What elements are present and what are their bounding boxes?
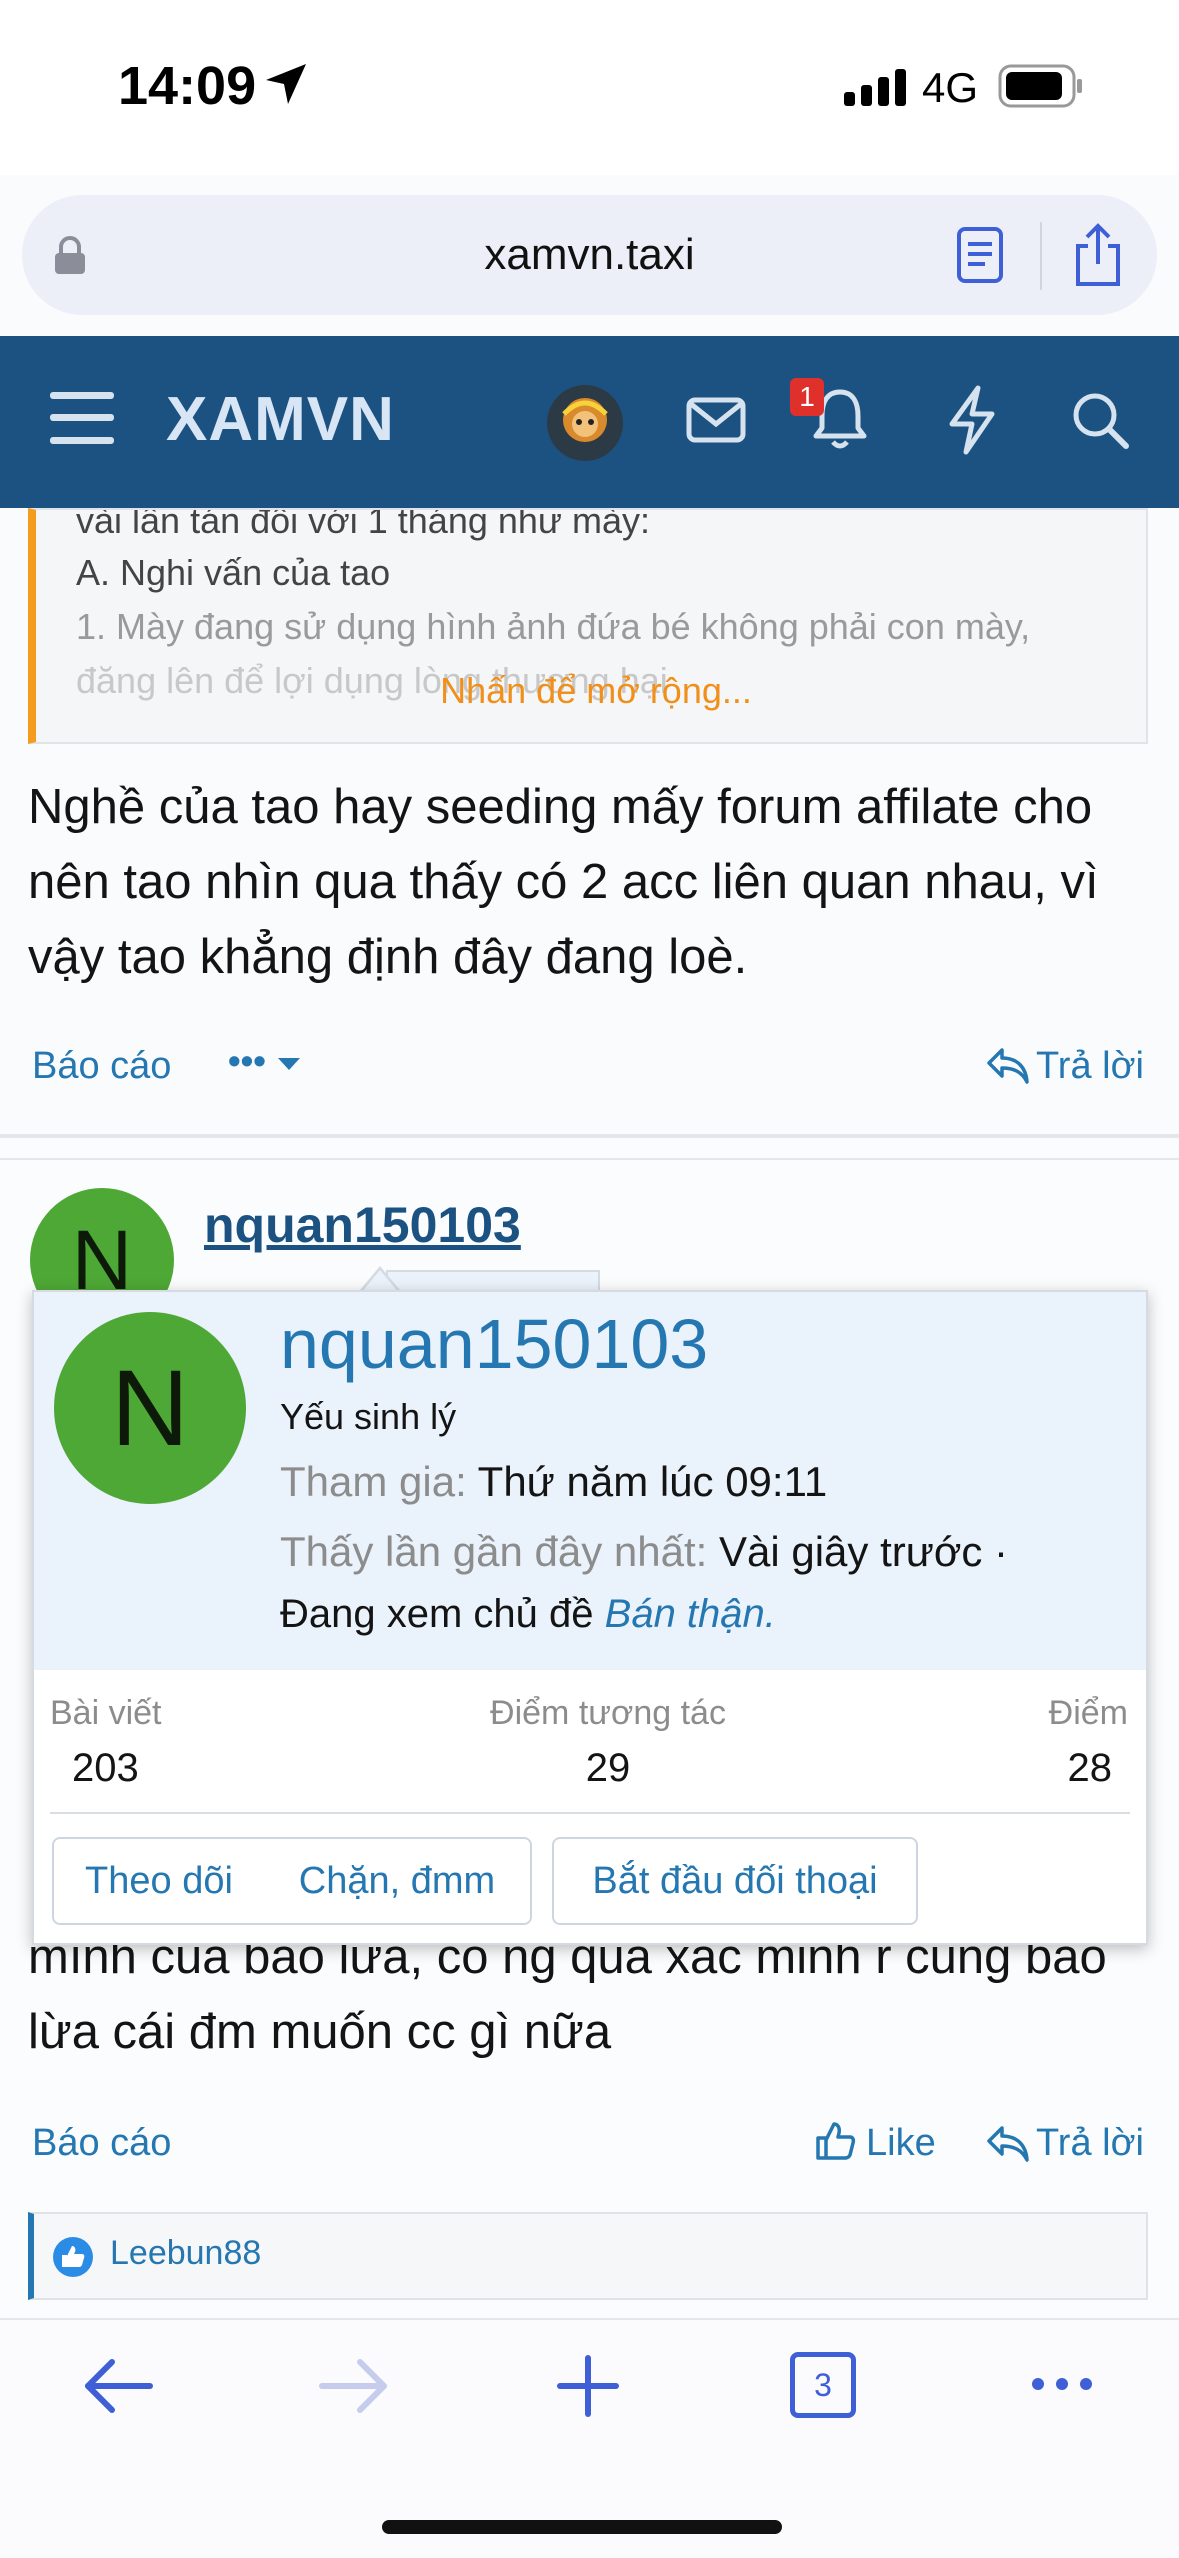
card-pointer-fill	[362, 1270, 398, 1292]
member-user-title: Yếu sinh lý	[280, 1396, 457, 1437]
plus-icon[interactable]	[556, 2354, 620, 2418]
network-type: 4G	[922, 64, 979, 111]
more-icon[interactable]	[1030, 2374, 1094, 2394]
home-indicator	[382, 2520, 782, 2534]
quote-line: vài lần tán đổi với 1 tháng như mày:	[76, 508, 651, 541]
stat-label-points: Điểm	[1048, 1694, 1128, 1732]
member-activity: Đang xem chủ đề Bán thận.	[280, 1592, 776, 1637]
joined-value: Thứ năm lúc 09:11	[477, 1458, 828, 1505]
site-logo[interactable]: XAMVN	[166, 384, 395, 455]
tab-count: 3	[814, 2367, 832, 2403]
stat-value-points: 28	[1067, 1746, 1113, 1790]
back-arrow-icon[interactable]	[82, 2356, 154, 2416]
quote-line: 1. Mày đang sử dụng hình ảnh đứa bé khôn…	[76, 606, 1031, 647]
expand-quote-link[interactable]: Nhấn để mở rộng...	[36, 670, 1146, 712]
avatar-letter: N	[111, 1347, 189, 1468]
member-joined: Tham gia: Thứ năm lúc 09:11	[280, 1458, 827, 1506]
post-body: Nghề của tao hay seeding mấy forum affil…	[28, 780, 1099, 984]
reader-icon[interactable]	[955, 226, 1005, 284]
url-bar-divider	[1040, 222, 1042, 290]
reply-icon[interactable]	[986, 1046, 1030, 1086]
battery-icon	[998, 64, 1082, 108]
viewing-thread-link[interactable]: Bán thận.	[605, 1592, 776, 1636]
status-time: 14:09	[118, 56, 257, 116]
mail-icon[interactable]	[686, 396, 746, 444]
post-author-username[interactable]: nquan150103	[204, 1196, 521, 1254]
reply-link[interactable]: Trả lời	[1036, 2122, 1144, 2165]
post-divider	[0, 1134, 1179, 1138]
stat-label-reactions: Điểm tương tác	[490, 1694, 726, 1732]
reply-icon[interactable]	[986, 2124, 1030, 2164]
last-seen-label: Thấy lần gần đây nhất:	[280, 1528, 708, 1575]
like-link[interactable]: Like	[866, 2122, 936, 2165]
signal-bars-icon	[844, 69, 906, 106]
stat-value-reactions: 29	[585, 1746, 631, 1790]
last-seen-value: Vài giây trước ·	[718, 1528, 1009, 1575]
more-actions-button[interactable]: •••	[228, 1040, 302, 1082]
share-icon[interactable]	[1070, 222, 1126, 288]
quote-block: vài lần tán đổi với 1 tháng như mày: A. …	[28, 508, 1148, 744]
viewing-prefix: Đang xem chủ đề	[280, 1592, 594, 1636]
report-link[interactable]: Báo cáo	[32, 1045, 171, 1088]
location-arrow-icon	[266, 64, 306, 104]
tabs-button[interactable]: 3	[790, 2352, 856, 2418]
reactions-bar: Leebun88	[28, 2212, 1148, 2300]
stats-divider	[50, 1812, 1130, 1814]
reply-link[interactable]: Trả lời	[1036, 1045, 1144, 1088]
member-stats: Bài viết 203 Điểm tương tác 29 Điểm 28	[34, 1670, 1146, 1812]
quote-line: A. Nghi vấn của tao	[76, 552, 391, 593]
forward-arrow-icon[interactable]	[318, 2356, 390, 2416]
start-conversation-button[interactable]: Bắt đầu đối thoại	[552, 1837, 918, 1925]
search-icon[interactable]	[1070, 390, 1130, 450]
member-tooltip: N nquan150103 Yếu sinh lý Tham gia: Thứ …	[32, 1290, 1148, 1945]
joined-label: Tham gia:	[280, 1458, 467, 1505]
more-dots: •••	[228, 1040, 266, 1081]
member-last-seen: Thấy lần gần đây nhất: Vài giây trước ·	[280, 1528, 1008, 1576]
avatar[interactable]	[546, 384, 624, 462]
like-icon[interactable]	[814, 2120, 856, 2162]
menu-icon[interactable]	[48, 390, 116, 446]
member-avatar[interactable]: N	[54, 1312, 246, 1504]
notification-badge: 1	[790, 378, 824, 416]
bolt-icon[interactable]	[946, 384, 998, 456]
reaction-user-link[interactable]: Leebun88	[110, 2234, 261, 2273]
post-top-border	[0, 1158, 1179, 1160]
block-button[interactable]: Chặn, đmm	[264, 1837, 532, 1925]
member-name[interactable]: nquan150103	[280, 1304, 708, 1384]
report-link[interactable]: Báo cáo	[32, 2122, 171, 2165]
chevron-down-icon	[277, 1058, 300, 1070]
follow-button[interactable]: Theo dõi	[52, 1837, 266, 1925]
like-reaction-icon	[53, 2237, 93, 2277]
